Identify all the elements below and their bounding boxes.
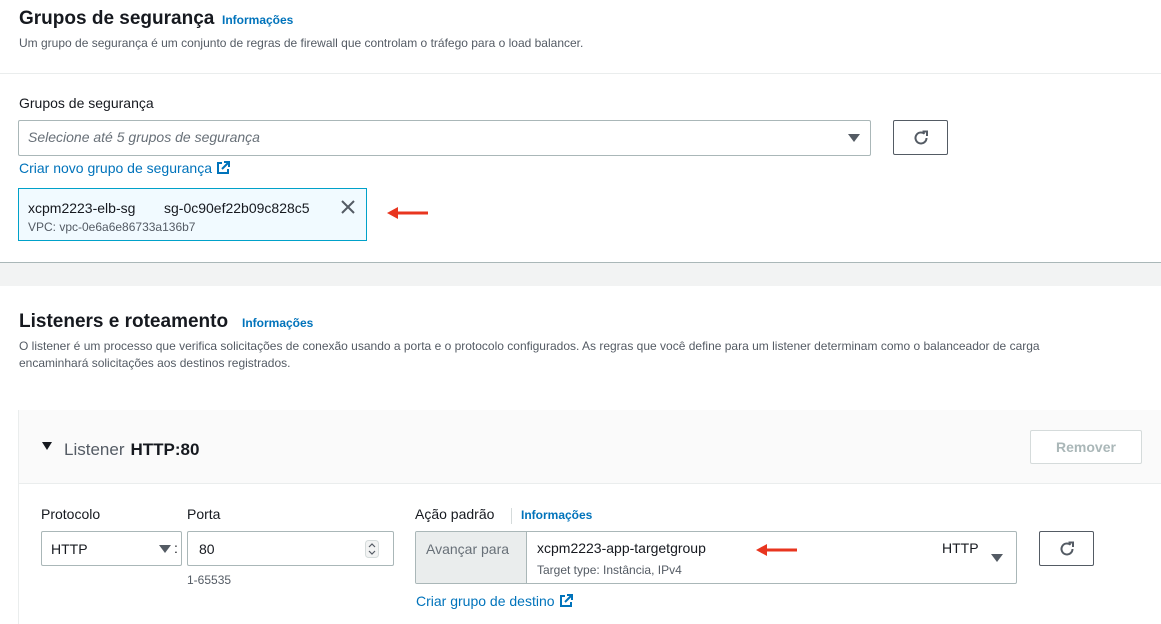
caret-down-icon bbox=[991, 554, 1003, 562]
selected-security-group-token: xcpm2223-elb-sg sg-0c90ef22b09c828c5 VPC… bbox=[18, 188, 367, 241]
annotation-arrow-icon bbox=[756, 544, 797, 556]
port-input[interactable]: 80 bbox=[187, 531, 394, 566]
forward-prefix-label: Avançar para bbox=[426, 541, 510, 557]
listeners-info-link[interactable]: Informações bbox=[242, 316, 313, 330]
annotation-arrow-icon bbox=[387, 207, 428, 219]
token-group-name: xcpm2223-elb-sg bbox=[28, 200, 136, 216]
external-link-icon bbox=[217, 161, 231, 174]
refresh-target-groups-button[interactable] bbox=[1039, 531, 1094, 566]
create-target-group-label: Criar grupo de destino bbox=[416, 593, 555, 609]
create-security-group-label: Criar novo grupo de segurança bbox=[19, 160, 213, 176]
expand-triangle-icon[interactable] bbox=[42, 442, 52, 450]
remove-button[interactable]: Remover bbox=[1030, 430, 1142, 464]
target-group-protocol: HTTP bbox=[942, 540, 979, 556]
label-divider bbox=[511, 508, 512, 524]
listener-title: Listener HTTP:80 bbox=[64, 440, 199, 460]
security-groups-field-label: Grupos de segurança bbox=[19, 95, 154, 111]
target-group-select[interactable]: Avançar para xcpm2223-app-targetgroup Ta… bbox=[415, 531, 1017, 584]
protocol-value: HTTP bbox=[51, 541, 88, 557]
default-action-label: Ação padrão bbox=[415, 506, 495, 522]
refresh-button[interactable] bbox=[893, 120, 948, 155]
default-action-info-link[interactable]: Informações bbox=[521, 508, 592, 522]
security-groups-info-link[interactable]: Informações bbox=[222, 13, 293, 27]
listener-container: Listener HTTP:80 Remover Protocolo HTTP :… bbox=[18, 410, 1161, 624]
caret-down-icon bbox=[848, 134, 860, 142]
listeners-header: Listeners e roteamento Informações O lis… bbox=[0, 286, 1161, 410]
security-groups-placeholder: Selecione até 5 grupos de segurança bbox=[28, 129, 260, 145]
listeners-description-line1: O listener é um processo que verifica so… bbox=[19, 339, 1040, 353]
create-target-group-link[interactable]: Criar grupo de destino bbox=[416, 593, 573, 609]
refresh-icon bbox=[914, 130, 928, 144]
listeners-description-line2: encaminhará solicitações aos destinos re… bbox=[19, 356, 291, 370]
protocol-port-separator: : bbox=[174, 540, 178, 556]
stepper-icon[interactable] bbox=[365, 540, 379, 558]
target-group-name: xcpm2223-app-targetgroup bbox=[537, 540, 706, 556]
token-group-id: sg-0c90ef22b09c828c5 bbox=[164, 200, 310, 216]
protocol-label: Protocolo bbox=[41, 506, 101, 522]
listener-name: HTTP:80 bbox=[130, 440, 200, 459]
port-label: Porta bbox=[187, 506, 221, 522]
security-groups-title: Grupos de segurança bbox=[19, 8, 215, 29]
token-vpc: VPC: vpc-0e6a6e86733a136b7 bbox=[28, 220, 196, 234]
port-value: 80 bbox=[199, 541, 215, 557]
create-security-group-link[interactable]: Criar novo grupo de segurança bbox=[19, 160, 231, 176]
port-hint: 1-65535 bbox=[187, 573, 232, 587]
target-group-type: Target type: Instância, IPv4 bbox=[537, 563, 682, 577]
forward-prefix: Avançar para bbox=[416, 532, 527, 583]
listeners-title: Listeners e roteamento bbox=[19, 311, 229, 332]
close-icon[interactable] bbox=[340, 199, 356, 215]
security-groups-select[interactable]: Selecione até 5 grupos de segurança bbox=[18, 120, 871, 156]
protocol-select[interactable]: HTTP bbox=[41, 531, 182, 566]
listener-header[interactable]: Listener HTTP:80 Remover bbox=[19, 410, 1161, 484]
external-link-icon bbox=[559, 594, 573, 607]
security-groups-description: Um grupo de segurança é um conjunto de r… bbox=[19, 36, 584, 50]
caret-down-icon bbox=[159, 545, 171, 553]
security-groups-header: Grupos de segurança Informações Um grupo… bbox=[0, 0, 1161, 74]
listener-label: Listener bbox=[64, 440, 125, 459]
refresh-icon bbox=[1060, 541, 1074, 555]
